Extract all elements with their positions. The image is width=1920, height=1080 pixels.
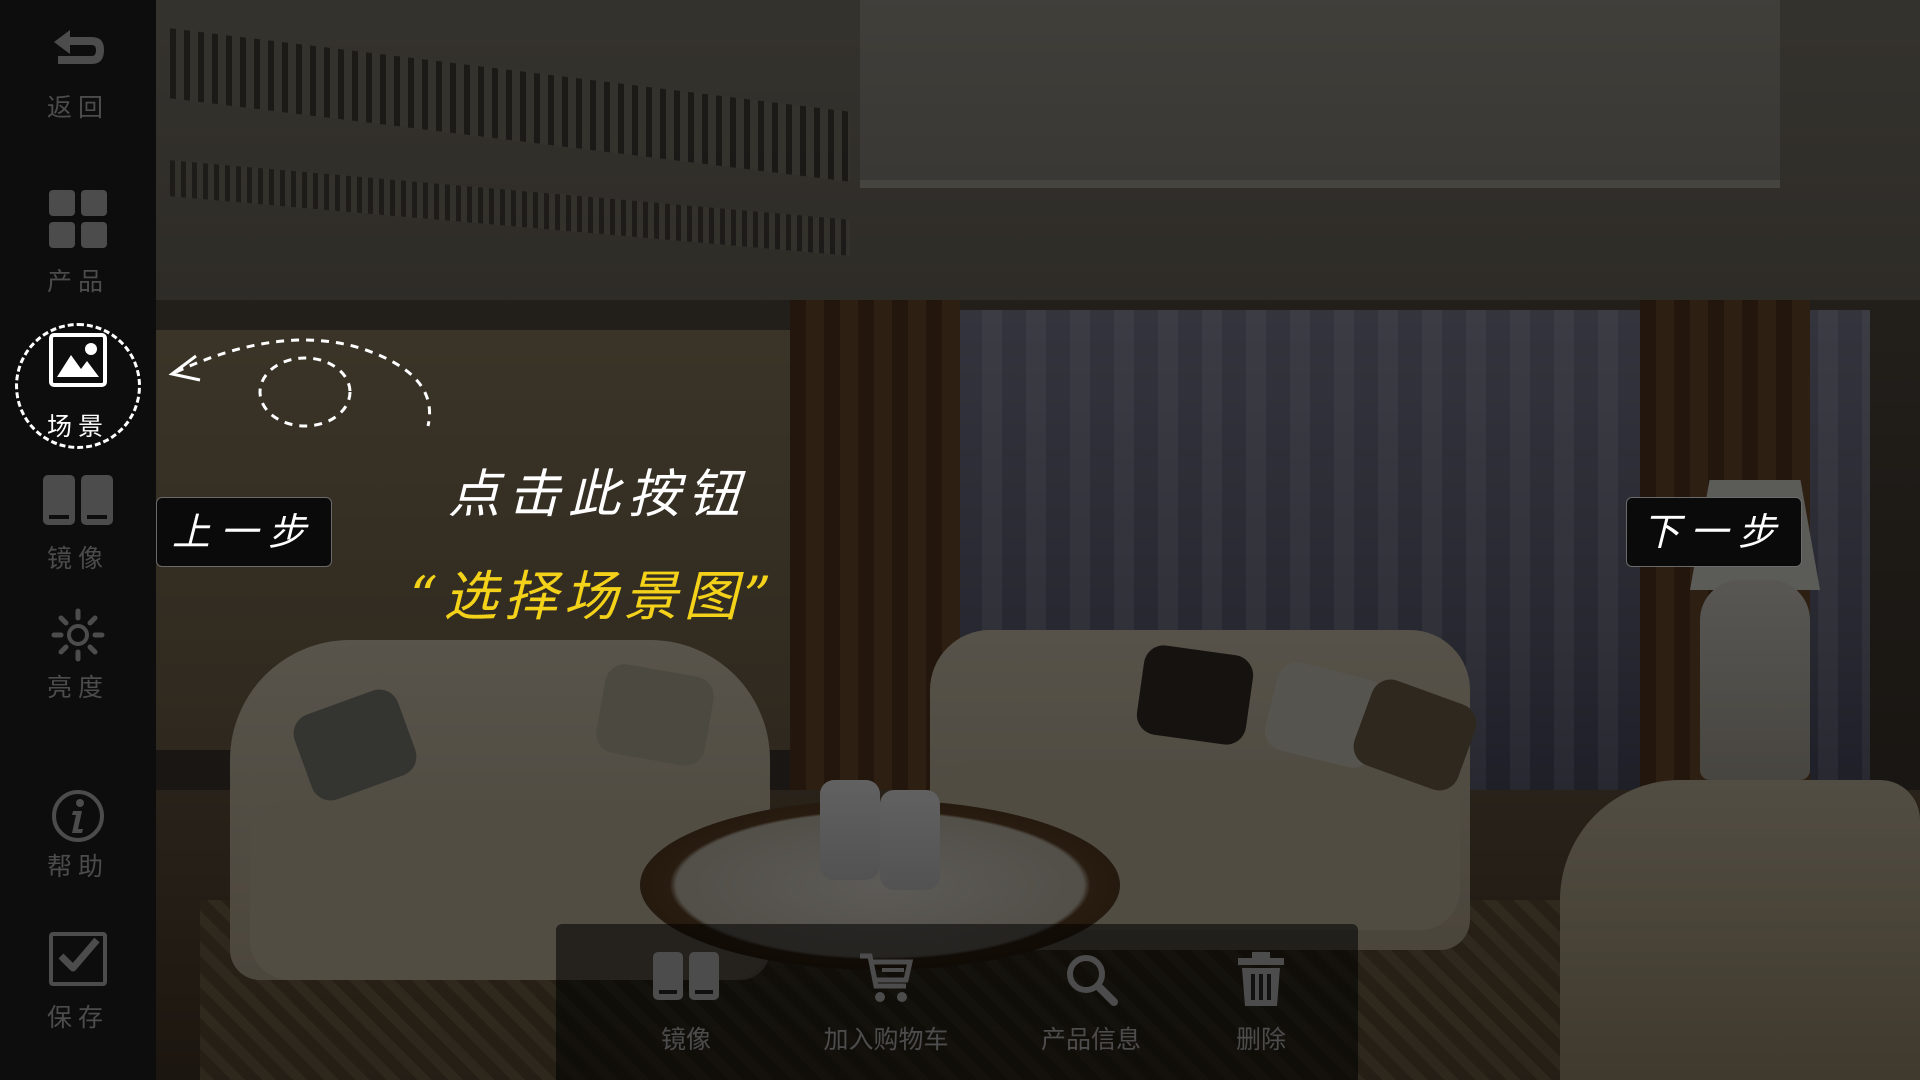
mirror-icon — [43, 475, 113, 525]
image-icon — [49, 333, 107, 387]
sidebar-item-label: 返回 — [46, 93, 109, 122]
trash-icon — [1238, 952, 1284, 1006]
sidebar-item-back[interactable]: 返回 — [0, 28, 156, 148]
sidebar-item-mirror[interactable]: 镜像 — [0, 475, 156, 595]
info-icon — [52, 790, 104, 842]
cart-icon — [860, 953, 914, 1002]
toolbar-delete-button[interactable]: 删除 — [1196, 924, 1326, 1080]
sidebar-item-label: 场景 — [46, 412, 109, 441]
guide-dashed-arrow — [168, 338, 431, 428]
sidebar: 返回 产品 场景 镜像 亮度 帮助 保存 — [0, 0, 156, 1080]
sidebar-item-scene[interactable]: 场景 — [0, 333, 156, 453]
sidebar-item-label: 产品 — [46, 267, 109, 296]
toolbar-item-label: 镜像 — [660, 1025, 711, 1054]
search-icon — [1067, 955, 1118, 1006]
bottom-toolbar: 镜像 加入购物车 产品信息 删除 — [556, 924, 1358, 1080]
toolbar-add-to-cart-button[interactable]: 加入购物车 — [786, 924, 986, 1080]
sidebar-item-label: 镜像 — [46, 544, 109, 573]
toolbar-item-label: 删除 — [1235, 1025, 1286, 1054]
toolbar-item-label: 产品信息 — [1040, 1025, 1141, 1054]
toolbar-product-info-button[interactable]: 产品信息 — [1006, 924, 1176, 1080]
app-stage: 返回 产品 场景 镜像 亮度 帮助 保存 上一步 下一步 点击此按钮 “选择场景… — [0, 0, 1920, 1080]
grid-icon — [49, 190, 107, 248]
toolbar-mirror-button[interactable]: 镜像 — [606, 924, 766, 1080]
sidebar-item-label: 亮度 — [46, 673, 109, 702]
guide-highlight-text: “选择场景图” — [410, 565, 778, 628]
prev-step-button[interactable]: 上一步 — [156, 497, 332, 567]
sidebar-item-brightness[interactable]: 亮度 — [0, 608, 156, 728]
sidebar-item-label: 保存 — [46, 1003, 109, 1032]
back-arrow-icon — [54, 30, 104, 64]
toolbar-item-label: 加入购物车 — [823, 1025, 949, 1054]
brightness-icon — [51, 608, 105, 662]
next-step-button[interactable]: 下一步 — [1626, 497, 1802, 567]
save-check-icon — [49, 932, 107, 986]
sidebar-item-label: 帮助 — [46, 852, 109, 881]
sidebar-item-save[interactable]: 保存 — [0, 932, 156, 1052]
sidebar-item-help[interactable]: 帮助 — [0, 789, 156, 909]
sidebar-item-products[interactable]: 产品 — [0, 190, 156, 310]
mirror-icon — [653, 952, 719, 1000]
guide-instruction: 点击此按钮 — [448, 465, 749, 525]
